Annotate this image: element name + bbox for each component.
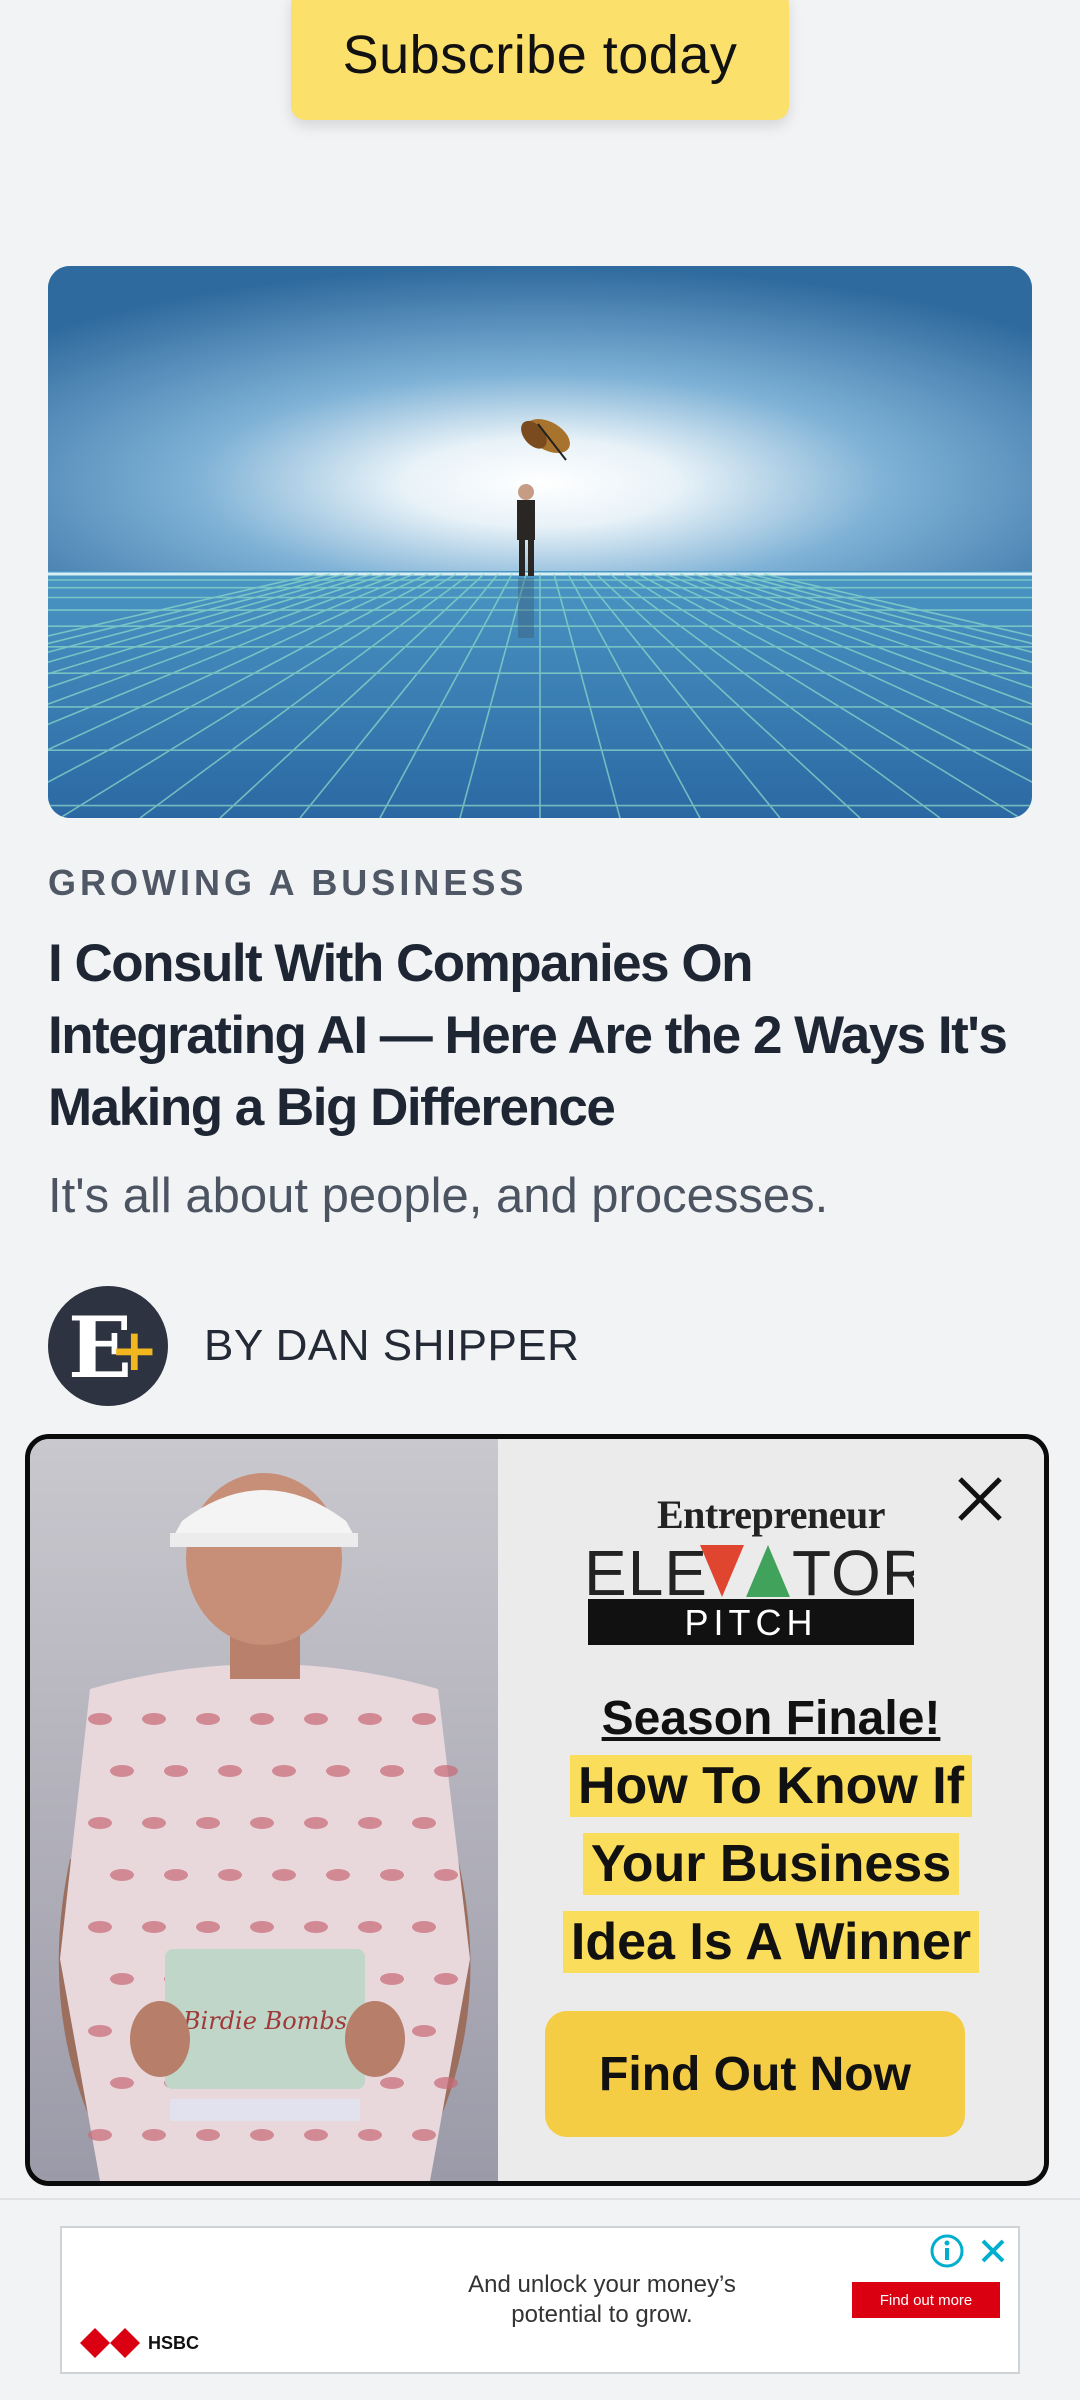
popup-content: Entrepreneur ELE TOR PITCH Season Finale… bbox=[498, 1439, 1044, 2181]
brand-pitch: PITCH bbox=[588, 1599, 914, 1645]
hsbc-wordmark: HSBC bbox=[148, 2332, 200, 2353]
entrepreneur-plus-logo-icon: E + bbox=[48, 1286, 168, 1406]
banner-text: And unlock your money’s potential to gro… bbox=[362, 2270, 842, 2330]
hero-illustration bbox=[48, 266, 1032, 818]
brand-entrepreneur: Entrepreneur bbox=[656, 1492, 886, 1537]
subscribe-button[interactable]: Subscribe today bbox=[291, 0, 789, 120]
season-finale-heading: Season Finale! bbox=[601, 1692, 941, 1745]
hsbc-banner-ad[interactable]: And unlock your money’s potential to gro… bbox=[60, 2226, 1020, 2374]
elevator-pitch-popup-ad[interactable]: Birdie Bombs Entrepreneur ELE TOR PITCH … bbox=[25, 1434, 1049, 2186]
article-headline[interactable]: I Consult With Companies On Integrating … bbox=[48, 928, 1048, 1144]
article-subhead: It's all about people, and processes. bbox=[48, 1169, 829, 1223]
headline-line: Making a Big Difference bbox=[48, 1078, 616, 1137]
promo-photo: Birdie Bombs bbox=[30, 1439, 498, 2181]
svg-text:ELE: ELE bbox=[584, 1537, 708, 1607]
ad-close-icon[interactable] bbox=[974, 2232, 1012, 2270]
article-hero-image[interactable] bbox=[48, 266, 1032, 818]
page: Subscribe today GROWING A BUSINESS I Con… bbox=[0, 0, 1080, 2400]
author-name[interactable]: BY DAN SHIPPER bbox=[204, 1321, 579, 1371]
promo-headline-line: Idea Is A Winner bbox=[562, 1911, 980, 1973]
find-out-now-button[interactable]: Find Out Now bbox=[545, 2011, 965, 2137]
promo-headline-line: How To Know If bbox=[569, 1755, 973, 1817]
product-label: Birdie Bombs bbox=[182, 2007, 347, 2035]
promo-headline-line: Your Business bbox=[582, 1833, 960, 1895]
headline-line: I Consult With Companies On bbox=[48, 934, 753, 993]
article-category[interactable]: GROWING A BUSINESS bbox=[48, 862, 527, 904]
ad-info-icon[interactable] bbox=[928, 2232, 966, 2270]
banner-text-line: And unlock your money’s bbox=[468, 2271, 736, 2298]
banner-text-line: potential to grow. bbox=[511, 2301, 693, 2328]
promo-headline: How To Know If Your Business Idea Is A W… bbox=[498, 1755, 1044, 1989]
banner-find-out-more-button[interactable]: Find out more bbox=[852, 2282, 1000, 2318]
elevator-logo: ELE TOR bbox=[584, 1537, 914, 1607]
hsbc-hexagon-icon bbox=[80, 2328, 140, 2358]
author-byline[interactable]: E + BY DAN SHIPPER bbox=[48, 1286, 579, 1406]
svg-text:TOR: TOR bbox=[792, 1537, 914, 1607]
headline-line: Integrating AI — Here Are the 2 Ways It'… bbox=[48, 1006, 1008, 1065]
hsbc-logo: HSBC bbox=[80, 2328, 199, 2358]
